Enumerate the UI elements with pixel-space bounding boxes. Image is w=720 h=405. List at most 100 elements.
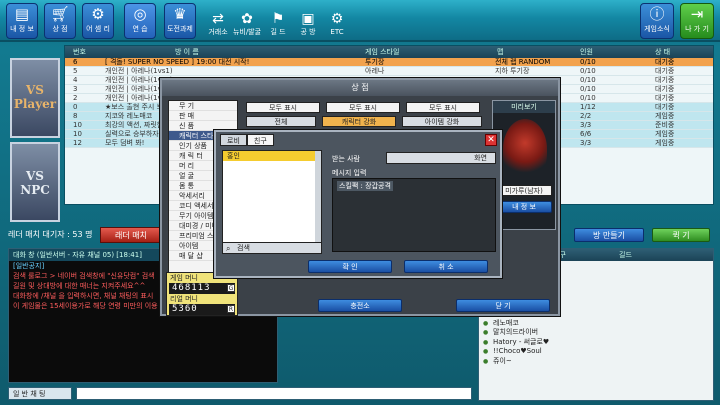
tab-lobby[interactable]: 로비	[220, 134, 247, 146]
receiver-label: 받는 사람	[332, 155, 360, 163]
trophy-icon: ♛	[173, 5, 187, 23]
ladder-match-button[interactable]: 래더 매치	[100, 227, 162, 243]
room-name: [ 격돌! SUPER NO SPEED ] 19:00 대전 시작!	[105, 58, 250, 66]
room-num: 5	[73, 67, 78, 75]
room-count: 6/6	[580, 130, 592, 138]
shop-filters: 모두 표시 모두 표시 모두 표시	[246, 102, 482, 114]
quick-join-button[interactable]: 퀵 기	[652, 228, 710, 242]
message-value: 스킬팩 : 장갑공격	[337, 181, 393, 191]
top-toolbar: ▤ 내 정 보 🛒︎ 상 점 ⚙ 어 셈 리 ◎ 연 습 ♛ 도전과제 ⇄ 거래…	[0, 0, 720, 42]
anvil-icon: ▣	[301, 11, 315, 27]
practice-button[interactable]: ◎ 연 습	[124, 3, 156, 39]
notice-button[interactable]: ⓘ 게임소식	[640, 3, 674, 39]
exit-button[interactable]: ⇥ 나 가 기	[680, 3, 714, 39]
vs-player-mode[interactable]: VS Player	[10, 58, 60, 138]
real-money-value: 5360	[169, 304, 235, 315]
gift-dialog: 로비친구 ✕ 홍인 검색 받는 사람 화연 메시지 입력 스킬팩 : 장갑공격 …	[214, 130, 502, 278]
room-num: 6	[73, 58, 78, 66]
vs-npc-mode[interactable]: VS NPC	[10, 142, 60, 222]
table-row[interactable]: 5 개인전 | 아레나(1vs1) 아레나 지하 투기장 0/10 대기중	[65, 67, 713, 76]
gears-icon: ⚙	[91, 5, 105, 23]
game-money-icon: G	[227, 284, 235, 292]
gift-friend-scrollbar[interactable]	[315, 151, 321, 253]
flag-icon: ⚑	[271, 11, 285, 27]
room-count: 0/10	[580, 67, 596, 75]
tab-item-upgrade[interactable]: 아이템 강화	[402, 116, 482, 127]
real-money-label: 리얼 머니	[170, 295, 198, 303]
gift-tabs: 로비 친구	[220, 134, 274, 146]
target-icon: ◎	[133, 5, 147, 23]
gift-friend-list: 홍인	[222, 150, 322, 254]
cart-icon: 🛒︎	[50, 5, 70, 23]
list-item[interactable]: 레노매코	[479, 319, 713, 329]
exit-icon: ⇥	[690, 5, 704, 23]
close-icon[interactable]: ✕	[485, 134, 497, 146]
gift-cancel-button[interactable]: 취 소	[404, 260, 488, 273]
preview-character-select[interactable]: 미가루(남자)	[496, 185, 552, 196]
character-preview	[503, 119, 547, 179]
filter-select[interactable]: 모두 표시	[246, 102, 320, 113]
challenge-button[interactable]: ♛ 도전과제	[164, 3, 196, 39]
room-map: 전체 랩 RANDOM	[495, 58, 551, 66]
list-item[interactable]: !!Choco♥Soul	[479, 347, 713, 357]
room-status: 준비중	[655, 121, 675, 129]
real-money-icon: R	[227, 305, 235, 313]
filter-select[interactable]: 모두 표시	[406, 102, 480, 113]
newbie-button[interactable]: ✿ 뉴비/발굴	[232, 10, 262, 40]
tab-character-upgrade[interactable]: 캐릭터 강화	[322, 116, 396, 127]
gift-friend-search[interactable]: 검색	[222, 242, 322, 254]
gift-friend-selected[interactable]: 홍인	[223, 151, 321, 161]
room-list-header: 번호 방 이 름 게임 스타일 맵 인원 상 태	[65, 46, 713, 58]
table-row[interactable]: 6 [ 격돌! SUPER NO SPEED ] 19:00 대전 시작! 투기장 전…	[65, 58, 713, 67]
preview-title: 미리보기	[493, 101, 555, 113]
room-name: 지코와 레노매코	[105, 112, 153, 120]
room-num: 10	[73, 130, 82, 138]
assembly-button[interactable]: ⚙ 어 셈 리	[82, 3, 114, 39]
etc-button[interactable]: ⚙ ETC	[322, 10, 352, 40]
shop-title: 상 점	[162, 80, 558, 96]
shop-close-button[interactable]: 닫 기	[456, 299, 550, 312]
my-info-button[interactable]: ▤ 내 정 보	[6, 3, 38, 39]
chat-mode-select[interactable]: 일 반 채 팅	[8, 387, 72, 400]
make-room-button[interactable]: 방 만들기	[574, 228, 644, 242]
tab-all[interactable]: 전체	[246, 116, 316, 127]
shop-category-item[interactable]: 무 기	[169, 101, 237, 111]
filter-select[interactable]: 모두 표시	[326, 102, 400, 113]
room-name: 개인전 | 아레나(1vs1)	[105, 67, 173, 75]
room-num: 8	[73, 112, 78, 120]
room-status: 게임중	[655, 112, 675, 120]
room-status: 대기중	[655, 103, 675, 111]
charge-button[interactable]: 충전소	[318, 299, 402, 312]
shop-tabs: 전체 캐릭터 강화 아이템 강화	[246, 116, 482, 127]
exchange-icon: ⇄	[212, 11, 224, 27]
info-icon: ⓘ	[649, 5, 665, 23]
shop-button[interactable]: 🛒︎ 상 점	[44, 3, 76, 39]
preview-my-info-button[interactable]: 내 정 보	[496, 201, 552, 213]
room-count: 3/3	[580, 139, 592, 147]
room-count: 0/10	[580, 58, 596, 66]
room-num: 0	[73, 103, 78, 111]
room-map: 지하 투기장	[495, 67, 530, 75]
chat-input[interactable]	[76, 387, 472, 400]
palm-icon: ✿	[241, 11, 253, 27]
gift-confirm-button[interactable]: 확 인	[308, 260, 392, 273]
room-status: 대기중	[655, 67, 675, 75]
list-item[interactable]: 말치의드라이버	[479, 328, 713, 338]
shop-category-item[interactable]: 판 매	[169, 111, 237, 121]
room-count: 0/10	[580, 94, 596, 102]
game-money-value: 468113	[169, 283, 235, 294]
list-item[interactable]: Hatory - 써글로♥	[479, 338, 713, 348]
room-status: 게임중	[655, 139, 675, 147]
workshop-button[interactable]: ▣ 공 방	[293, 10, 323, 40]
exchange-button[interactable]: ⇄ 거래소	[203, 10, 233, 40]
room-count: 0/10	[580, 85, 596, 93]
guild-button[interactable]: ⚑ 길 드	[263, 10, 293, 40]
room-count: 3/3	[580, 121, 592, 129]
message-label: 메시지 입력	[332, 169, 367, 177]
room-style: 아레나	[365, 67, 385, 75]
message-field[interactable]: 스킬팩 : 장갑공격	[332, 178, 496, 252]
tab-friends[interactable]: 친구	[246, 134, 274, 146]
receiver-field[interactable]: 화연	[386, 152, 496, 164]
list-item[interactable]: 쥬이~	[479, 357, 713, 367]
room-status: 대기중	[655, 76, 675, 84]
